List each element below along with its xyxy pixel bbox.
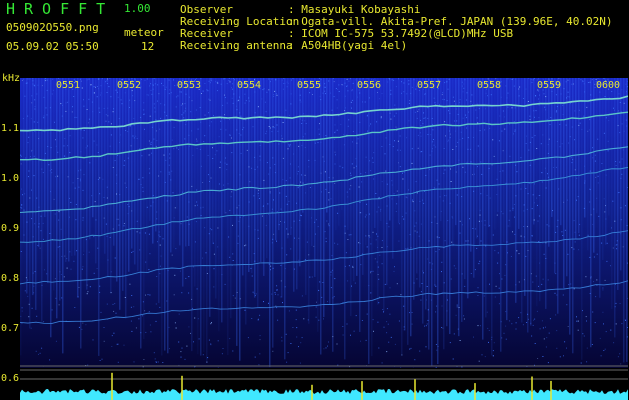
y-tick-label: 0.8 <box>1 273 20 284</box>
time-tick-label: 0554 <box>237 80 262 91</box>
info-sep: : <box>288 39 295 52</box>
time-tick-label: 0600 <box>596 80 621 91</box>
y-axis-unit: kHz <box>2 73 21 84</box>
time-tick-label: 0552 <box>117 80 142 91</box>
info-row-antenna: Receiving antenna: A504HB(yagi 4el) <box>180 40 407 51</box>
info-row-receiver: Receiver: ICOM IC-575 53.7492(@LCD)MHz U… <box>180 28 513 39</box>
meteor-count-value: 12 <box>141 40 155 53</box>
info-key: Receiving Location <box>180 15 300 28</box>
y-tick-label: 0.9 <box>1 223 20 234</box>
app-title: HROFFT <box>6 0 115 18</box>
time-tick-label: 0553 <box>177 80 202 91</box>
image-filename: 050902O550.png <box>6 21 99 34</box>
info-key: Receiver <box>180 27 233 40</box>
spectrogram-canvas <box>20 78 628 368</box>
y-tick-label: 0.6 <box>1 373 20 384</box>
info-key: Observer <box>180 3 233 16</box>
observation-datetime: 05.09.02 05:50 <box>6 40 99 53</box>
time-tick-label: 0555 <box>297 80 322 91</box>
signal-level-canvas <box>20 369 628 400</box>
info-row-observer: Observer: Masayuki Kobayashi <box>180 4 420 15</box>
meteor-count-label: meteor <box>124 26 164 39</box>
y-tick-label: 0.7 <box>1 323 20 334</box>
time-tick-label: 0556 <box>357 80 382 91</box>
time-tick-label: 0551 <box>56 80 81 91</box>
signal-level-strip <box>20 368 628 400</box>
info-value: A504HB(yagi 4el) <box>301 39 408 52</box>
info-row-location: Receiving Location: Ogata-vill. Akita-Pr… <box>180 16 613 27</box>
y-tick-label: 1.1 <box>1 123 20 134</box>
time-tick-label: 0559 <box>537 80 562 91</box>
time-tick-label: 0557 <box>417 80 442 91</box>
spectrogram-plot <box>20 78 628 368</box>
time-tick-label: 0558 <box>477 80 502 91</box>
app-version: 1.00 <box>124 2 151 15</box>
header-panel: HROFFT 1.00 050902O550.png 05.09.02 05:5… <box>0 0 629 78</box>
info-key: Receiving antenna <box>180 39 293 52</box>
y-tick-label: 1.0 <box>1 173 20 184</box>
